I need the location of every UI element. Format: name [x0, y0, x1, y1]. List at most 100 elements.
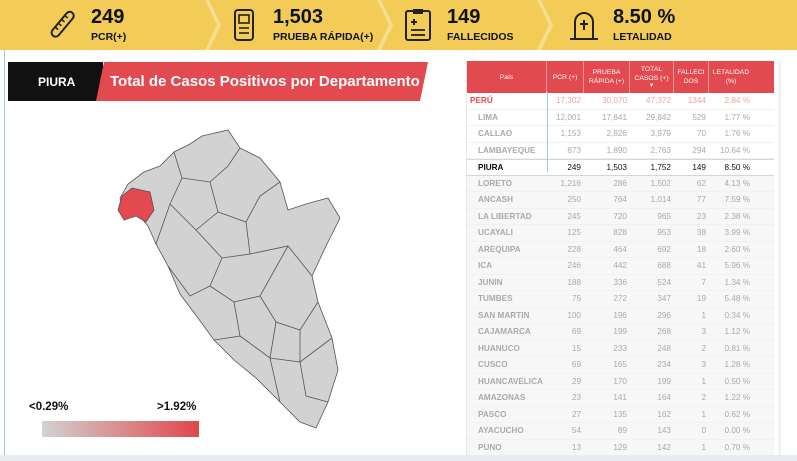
table-cell-rapida: 464 — [613, 244, 627, 254]
table-cell-name: AMAZONAS — [478, 393, 526, 403]
table-row[interactable]: HUANCAVELICA 29 170 199 1 0.50 % — [467, 373, 774, 390]
dashboard: 249 PCR(+) 1,503 PRUEBA RÁPIDA(+) 149 FA… — [0, 0, 797, 461]
table-scrollbar[interactable] — [778, 61, 781, 456]
kpi-value: 1,503 — [273, 6, 324, 28]
table-cell-letalidad: 1.77 % — [724, 112, 751, 122]
table-row[interactable]: AREQUIPA 228 464 692 18 2.60 % — [467, 241, 774, 258]
table-cell-name: CALLAO — [478, 129, 513, 139]
table-row[interactable]: LAMBAYEQUE 873 1,890 2,763 294 10.64 % — [467, 143, 774, 159]
table-cell-pcr: 228 — [567, 244, 581, 254]
table-cell-pcr: 29 — [571, 376, 581, 386]
table-cell-total: 199 — [657, 376, 671, 386]
table-cell-name: CAJAMARCA — [478, 327, 531, 337]
table-cell-letalidad: 0.34 % — [724, 310, 751, 320]
table-cell-total: 164 — [657, 393, 671, 403]
table-row[interactable]: AYACUCHO 54 89 143 0 0.00 % — [467, 423, 774, 440]
table-cell-rapida: 233 — [613, 343, 627, 353]
table-cell-name: HUANCAVELICA — [478, 376, 543, 386]
table-row[interactable]: LIMA 12,001 17,841 29,842 529 1.77 % — [467, 110, 774, 126]
table-row[interactable]: LORETO 1,216 286 1,502 62 4.13 % — [467, 175, 774, 192]
table-row[interactable]: TUMBES 75 272 347 19 5.48 % — [467, 291, 774, 308]
table-row[interactable]: UCAYALI 125 828 953 38 3.99 % — [467, 225, 774, 242]
column-header-pcr[interactable]: PCR (+) — [547, 61, 584, 93]
kpi-value: 249 — [91, 6, 125, 28]
table-row[interactable]: PIURA 249 1,503 1,752 149 8.50 % — [467, 159, 774, 176]
table-cell-fallecidos: 62 — [696, 178, 706, 188]
table-cell-letalidad: 3.99 % — [724, 228, 751, 238]
kpi-prueba-rapida[interactable]: 1,503 PRUEBA RÁPIDA(+) — [213, 0, 393, 50]
kpi-letalidad[interactable]: 8.50 % LETALIDAD — [545, 0, 797, 50]
table-cell-letalidad: 2.84 % — [724, 96, 751, 106]
table-row[interactable]: ICA 246 442 688 41 5.96 % — [467, 258, 774, 275]
table-row[interactable]: SAN MARTIN 100 196 296 1 0.34 % — [467, 307, 774, 324]
title-banner: Total de Casos Positivos por Departament… — [96, 62, 428, 101]
table-row[interactable]: LA LIBERTAD 245 720 965 23 2.38 % — [467, 208, 774, 225]
table-cell-pcr: 27 — [571, 409, 581, 419]
page-title: Total de Casos Positivos por Departament… — [110, 73, 420, 90]
table-cell-letalidad: 4.13 % — [724, 178, 751, 188]
column-header-letalidad[interactable]: LETALIDAD (%) — [709, 61, 753, 93]
table-row[interactable]: CALLAO 1,153 2,826 3,979 70 1.76 % — [467, 126, 774, 143]
table-cell-name: LAMBAYEQUE — [478, 145, 536, 155]
table-row[interactable]: ANCASH 250 764 1,014 77 7.59 % — [467, 192, 774, 209]
sort-down-icon: ▼ — [648, 83, 655, 89]
column-header-pais[interactable]: País — [467, 61, 547, 93]
table-cell-fallecidos: 149 — [692, 162, 706, 172]
table-cell-fallecidos: 1 — [701, 409, 706, 419]
table-row[interactable]: PUNO 13 129 142 1 0.70 % — [467, 439, 774, 456]
table-cell-rapida: 17,841 — [601, 112, 627, 122]
table-cell-total: 347 — [657, 294, 671, 304]
table-cell-total: 2,763 — [650, 145, 672, 155]
table-cell-rapida: 286 — [613, 178, 627, 188]
table-row[interactable]: HUANUCO 15 233 248 2 0.81 % — [467, 340, 774, 357]
table-cell-name: TUMBES — [478, 294, 513, 304]
table-cell-letalidad: 0.70 % — [724, 442, 751, 452]
kpi-value: 149 — [447, 6, 481, 28]
table-cell-name: HUANUCO — [478, 343, 520, 353]
table-cell-fallecidos: 41 — [696, 261, 706, 271]
kpi-fallecidos[interactable]: 149 FALLECIDOS — [385, 0, 553, 50]
table-cell-total: 1,502 — [650, 178, 672, 188]
table-cell-name: PASCO — [478, 409, 507, 419]
table-row[interactable]: CAJAMARCA 69 199 268 3 1.12 % — [467, 324, 774, 341]
table-cell-pcr: 873 — [567, 145, 581, 155]
table-cell-total: 965 — [657, 211, 671, 221]
table-cell-fallecidos: 7 — [701, 277, 706, 287]
table-row[interactable]: JUNIN 188 336 524 7 1.34 % — [467, 274, 774, 291]
table-cell-rapida: 30,070 — [601, 96, 627, 106]
table-cell-rapida: 2,826 — [606, 129, 628, 139]
table-cell-pcr: 15 — [571, 343, 581, 353]
table-cell-rapida: 1,503 — [606, 162, 628, 172]
table-row[interactable]: PERÚ 17,302 30,070 47,372 1344 2.84 % — [467, 93, 774, 110]
table-row[interactable]: PASCO 27 135 162 1 0.62 % — [467, 406, 774, 423]
table-cell-pcr: 245 — [567, 211, 581, 221]
column-header-prueba-rapida[interactable]: PRUEBA RÁPIDA (+) — [584, 61, 630, 93]
table-row[interactable]: CUSCO 69 165 234 3 1.28 % — [467, 357, 774, 374]
table-cell-total: 268 — [657, 327, 671, 337]
table-cell-pcr: 188 — [567, 277, 581, 287]
table-cell-total: 143 — [657, 426, 671, 436]
table-cell-fallecidos: 1 — [701, 310, 706, 320]
column-header-total-casos[interactable]: TOTAL CASOS (+) ▼ — [630, 61, 674, 93]
table-cell-fallecidos: 3 — [701, 360, 706, 370]
table-column-divider — [547, 92, 548, 172]
table-cell-fallecidos: 1 — [701, 376, 706, 386]
peru-map[interactable] — [110, 126, 350, 432]
table-cell-name: JUNIN — [478, 277, 503, 287]
table-cell-total: 234 — [657, 360, 671, 370]
table-cell-pcr: 69 — [571, 327, 581, 337]
table-cell-rapida: 442 — [613, 261, 627, 271]
table-row[interactable]: AMAZONAS 23 141 164 2 1.22 % — [467, 390, 774, 407]
table-cell-total: 162 — [657, 409, 671, 419]
table-cell-pcr: 125 — [567, 228, 581, 238]
table-cell-letalidad: 0.00 % — [724, 426, 751, 436]
legend-gradient — [42, 421, 199, 437]
table-cell-pcr: 69 — [571, 360, 581, 370]
selected-department-tag[interactable]: PIURA — [8, 62, 103, 101]
column-header-fallecidos[interactable]: FALLECI DOS — [674, 61, 709, 93]
table-cell-pcr: 100 — [567, 310, 581, 320]
table-cell-letalidad: 1.22 % — [724, 393, 751, 403]
kpi-bar: 249 PCR(+) 1,503 PRUEBA RÁPIDA(+) 149 FA… — [0, 0, 797, 50]
kpi-pcr[interactable]: 249 PCR(+) — [0, 0, 221, 50]
table-cell-fallecidos: 2 — [701, 393, 706, 403]
